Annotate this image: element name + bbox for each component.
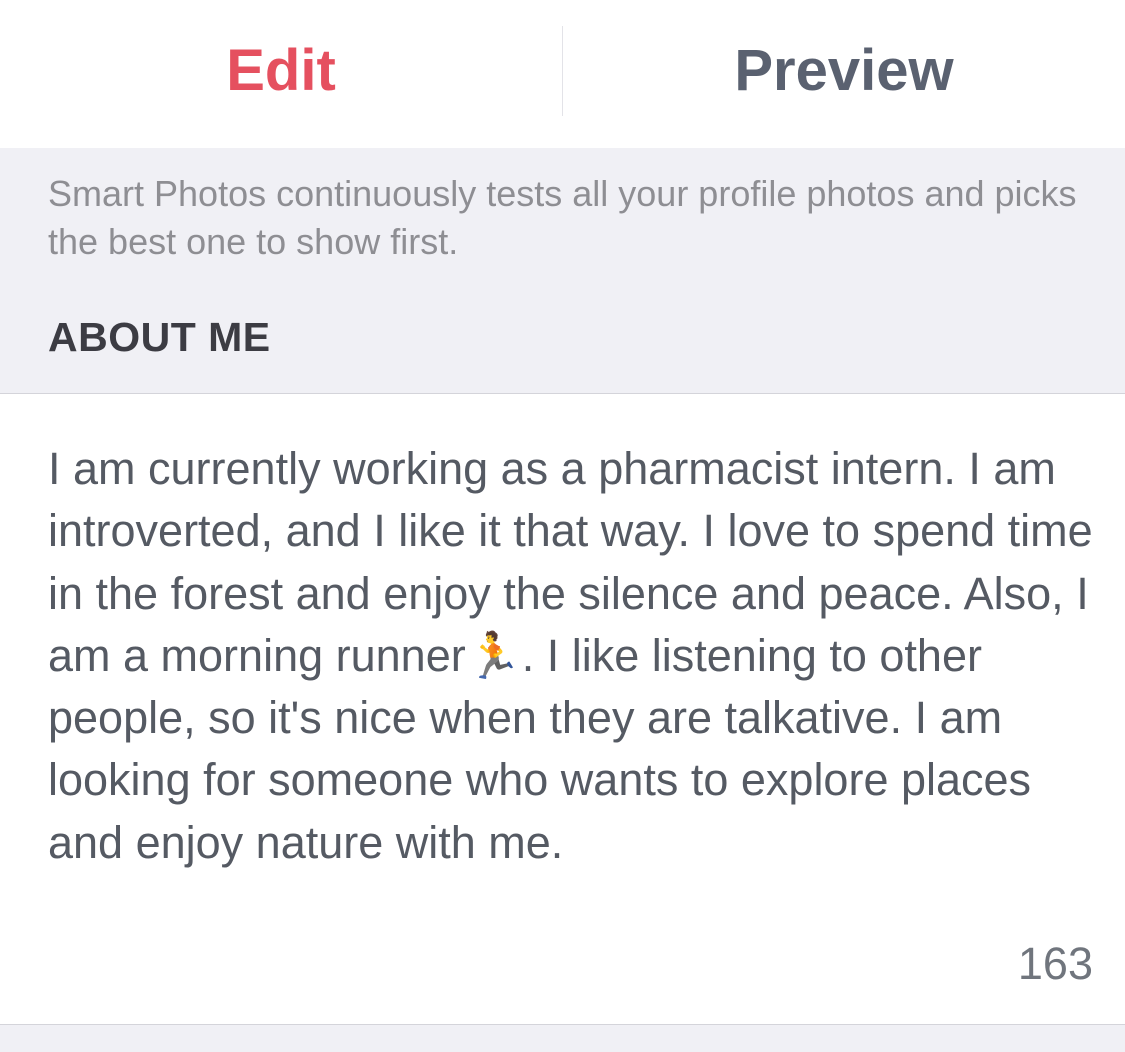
about-me-field[interactable]: I am currently working as a pharmacist i… (0, 394, 1125, 1024)
tab-bar: Edit Preview (0, 0, 1125, 148)
smart-photos-description: Smart Photos continuously tests all your… (48, 173, 1077, 262)
remaining-char-count: 163 (1017, 938, 1093, 989)
bottom-section-divider (0, 1024, 1125, 1052)
tab-preview[interactable]: Preview (563, 0, 1125, 140)
about-me-textarea[interactable]: I am currently working as a pharmacist i… (48, 438, 1098, 874)
about-me-header: ABOUT ME (48, 314, 271, 360)
tab-edit[interactable]: Edit (0, 0, 562, 140)
smart-photos-section: Smart Photos continuously tests all your… (0, 148, 1125, 394)
